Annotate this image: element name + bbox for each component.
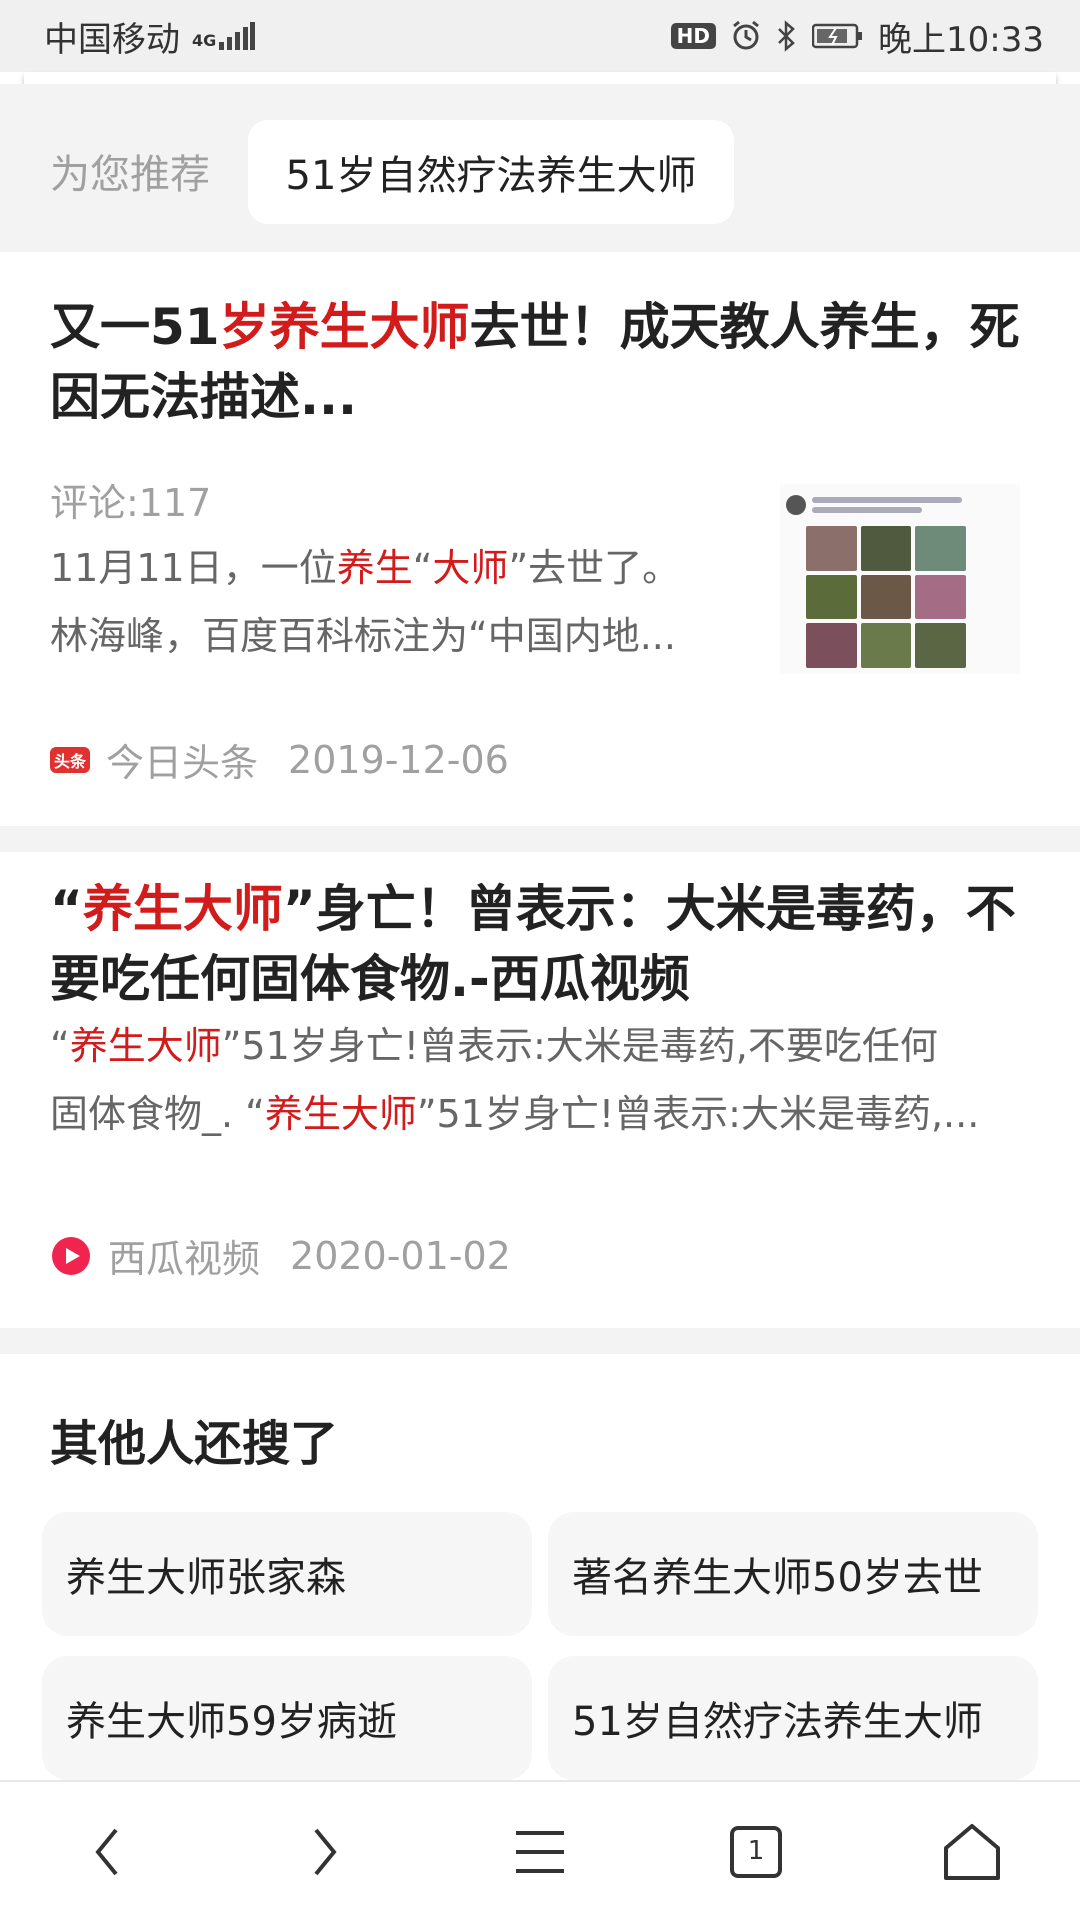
result-thumbnail[interactable] [780,484,1020,674]
related-chip[interactable]: 养生大师59岁病逝 [42,1656,532,1780]
related-chip[interactable]: 养生大师张家森 [42,1512,532,1636]
snippet-text: “ [412,546,433,590]
snippet-line: 林海峰，百度百科标注为“中国内地... [50,614,676,658]
source-date: 2020-01-02 [290,1233,511,1278]
bluetooth-icon [778,20,795,52]
result-snippet: 11月11日，一位养生“大师”去世了。 林海峰，百度百科标注为“中国内地... [50,534,750,670]
result-source: 西瓜视频 2020-01-02 [50,1228,511,1283]
result-source: 头条 今日头条 2019-12-06 [50,732,509,787]
photo [860,574,912,620]
thumbnail-text-line [812,507,922,513]
snippet-highlight: 养生大师 [69,1024,222,1068]
snippet-text: ”51岁身亡!曾表示:大米是毒药,... [416,1092,980,1136]
menu-icon [516,1831,564,1873]
source-name: 今日头条 [106,741,259,785]
snippet-line: “养生大师”51岁身亡!曾表示:大米是毒药,不要吃任何 [50,1012,1030,1080]
photo [860,623,912,668]
status-bar: 中国移动 4G HD 晚上10:33 [0,0,1080,72]
back-button[interactable] [48,1792,168,1912]
signal-icon: 4G [192,22,256,50]
snippet-text: 固体食物_. “ [50,1092,265,1136]
related-chip[interactable]: 著名养生大师50岁去世 [548,1512,1038,1636]
clock: 晚上10:33 [878,19,1044,60]
snippet-text: 11月11日，一位 [50,546,337,590]
snippet-line: 11月11日，一位养生“大师”去世了。 [50,534,750,602]
related-searches: 其他人还搜了 养生大师张家森 著名养生大师50岁去世 养生大师59岁病逝 51岁… [0,1354,1080,1780]
menu-button[interactable] [480,1792,600,1912]
photo [915,526,966,571]
result-card[interactable]: “养生大师”身亡！曾表示：大米是毒药，不要吃任何固体食物.-西瓜视频 “养生大师… [0,852,1080,1328]
divider [0,1328,1080,1354]
snippet-line: 固体食物_. “养生大师”51岁身亡!曾表示:大米是毒药,... [50,1080,1030,1148]
tabs-button[interactable]: 1 [696,1792,816,1912]
search-bar-edge [24,72,1056,84]
source-date: 2019-12-06 [288,737,509,782]
photo [915,623,966,668]
title-highlight: 岁养生大师 [219,298,470,356]
home-icon [944,1824,1000,1880]
snippet-text: ”51岁身亡!曾表示:大米是毒药,不要吃任何 [221,1024,938,1068]
comment-count: 评论:117 [50,481,212,525]
result-title[interactable]: “养生大师”身亡！曾表示：大米是毒药，不要吃任何固体食物.-西瓜视频 [50,874,1030,1014]
toutiao-icon: 头条 [50,746,90,773]
xigua-video-icon [52,1236,90,1275]
chevron-left-icon [95,1828,118,1876]
snippet-highlight: 大师 [432,546,509,590]
photo [806,574,857,620]
title-highlight: 养生大师 [82,880,283,938]
title-text: “ [50,880,83,938]
snippet-text: ”去世了。 [508,546,681,590]
forward-button[interactable] [264,1792,384,1912]
divider [0,826,1080,852]
snippet-highlight: 养生 [336,546,413,590]
result-card[interactable]: 又一51岁养生大师去世！成天教人养生，死因无法描述... 评论:117 11月1… [0,252,1080,826]
recommend-label: 为您推荐 [50,152,210,198]
avatar [786,495,806,515]
alarm-icon [733,20,759,50]
network-type: 4G [192,31,217,50]
title-text: 又一51 [50,298,220,356]
result-snippet: “养生大师”51岁身亡!曾表示:大米是毒药,不要吃任何 固体食物_. “养生大师… [50,1012,1030,1148]
recommend-row: 为您推荐 51岁自然疗法养生大师 [0,84,1080,252]
photo [915,574,966,620]
related-chip[interactable]: 51岁自然疗法养生大师 [548,1656,1038,1780]
battery-icon [812,23,863,49]
snippet-text: “ [50,1024,70,1068]
recommend-chip[interactable]: 51岁自然疗法养生大师 [248,120,734,224]
tab-count: 1 [747,1836,765,1866]
home-button[interactable] [912,1792,1032,1912]
related-title: 其他人还搜了 [50,1416,339,1472]
snippet-highlight: 养生大师 [264,1092,417,1136]
chevron-right-icon [314,1828,337,1876]
source-name: 西瓜视频 [108,1237,261,1281]
photo [860,526,912,571]
hd-icon: HD [670,23,717,49]
result-title[interactable]: 又一51岁养生大师去世！成天教人养生，死因无法描述... [50,292,1030,432]
thumbnail-text-line [812,497,962,503]
tabs-icon: 1 [730,1826,782,1878]
photo [806,623,857,668]
thumbnail-header [786,490,1006,520]
bottom-nav: 1 [0,1780,1080,1922]
carrier-label: 中国移动 [44,19,180,60]
photo [806,526,857,571]
thumbnail-photo-grid [806,526,966,668]
